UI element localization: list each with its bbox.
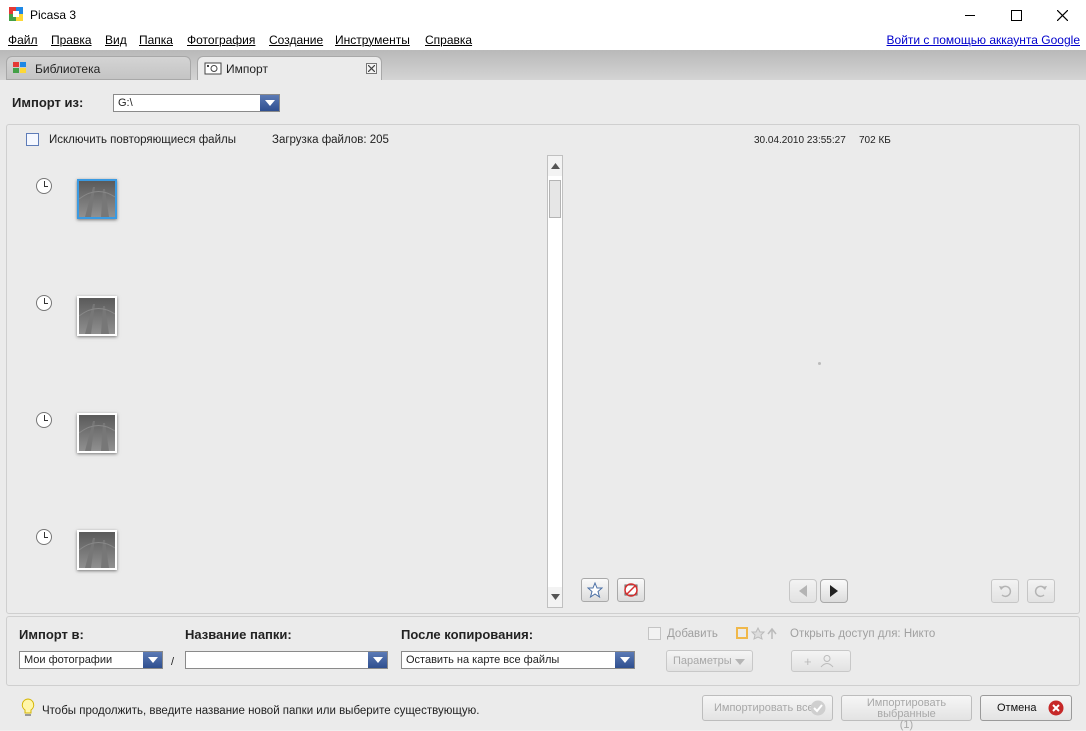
person-icon [820, 654, 834, 671]
thumbnail-scrollbar[interactable] [547, 155, 563, 608]
clock-icon [36, 529, 52, 545]
menu-tools[interactable]: Инструменты [335, 33, 410, 47]
arrow-left-icon [799, 585, 807, 597]
picasa-logo-icon [9, 7, 23, 21]
tab-import[interactable]: Импорт [197, 56, 382, 80]
import-to-label: Импорт в: [19, 627, 84, 642]
close-icon [1056, 9, 1068, 21]
menu-edit[interactable]: Правка [51, 33, 92, 47]
chevron-down-icon [550, 594, 560, 600]
minimize-button[interactable] [947, 0, 993, 30]
import-selected-label: Импортировать выбранные [866, 697, 947, 720]
cancel-button[interactable]: Отмена [980, 695, 1072, 721]
arrow-right-icon [830, 585, 838, 597]
next-photo-button[interactable] [820, 579, 848, 603]
import-selected-count: (1) [899, 719, 914, 731]
after-copy-value: Оставить на карте все файлы [406, 654, 560, 666]
close-icon [368, 65, 375, 72]
add-label: Добавить [667, 628, 718, 640]
import-to-select[interactable]: Мои фотографии [19, 651, 163, 669]
chevron-down-icon [143, 652, 162, 668]
photo-thumbnail[interactable] [77, 530, 117, 570]
clock-icon [36, 412, 52, 428]
photo-thumbnail[interactable] [77, 179, 117, 219]
import-to-value: Мои фотографии [24, 654, 113, 666]
rotate-left-icon [999, 585, 1012, 598]
preview-datetime: 30.04.2010 23:55:27 [754, 135, 846, 146]
maximize-button[interactable] [993, 0, 1039, 30]
rotate-right-button[interactable] [1027, 579, 1055, 603]
exclude-duplicates-checkbox[interactable] [26, 133, 39, 146]
close-window-button[interactable] [1039, 0, 1085, 30]
add-people-button[interactable]: + [791, 650, 851, 672]
exclude-photo-button[interactable] [617, 578, 645, 602]
tab-import-label: Импорт [226, 62, 268, 76]
menu-file[interactable]: Файл [8, 33, 38, 47]
close-tab-button[interactable] [366, 63, 377, 74]
share-icons [736, 626, 780, 644]
lightbulb-icon [21, 698, 35, 721]
folder-name-label: Название папки: [185, 627, 292, 642]
add-checkbox[interactable] [648, 627, 661, 640]
photo-thumbnail[interactable] [77, 296, 117, 336]
rotate-left-button[interactable] [991, 579, 1019, 603]
import-all-button[interactable]: Импортировать все [702, 695, 833, 721]
menu-view[interactable]: Вид [105, 33, 127, 47]
parameters-label: Параметры [673, 655, 732, 667]
menu-help[interactable]: Справка [425, 33, 472, 47]
checkmark-icon [810, 700, 826, 719]
star-icon [587, 582, 603, 598]
after-copy-select[interactable]: Оставить на карте все файлы [401, 651, 635, 669]
tab-library-label: Библиотека [35, 62, 101, 76]
tab-library[interactable]: Библиотека [6, 56, 191, 80]
no-photo-icon [624, 583, 638, 597]
rotate-right-icon [1034, 585, 1047, 598]
exclude-duplicates-label: Исключить повторяющиеся файлы [49, 134, 236, 146]
import-from-select[interactable]: G:\ [113, 94, 280, 112]
preview-image [818, 362, 821, 365]
plus-icon: + [804, 654, 812, 669]
after-copy-label: После копирования: [401, 627, 534, 642]
hint-text: Чтобы продолжить, введите название новой… [42, 705, 480, 717]
google-signin-link[interactable]: Войти с помощью аккаунта Google [887, 33, 1080, 47]
chevron-down-icon [615, 652, 634, 668]
previous-photo-button[interactable] [789, 579, 817, 603]
scrollbar-thumb[interactable] [549, 180, 561, 218]
loading-files-status: Загрузка файлов: 205 [272, 134, 389, 146]
title-bar [0, 0, 1086, 30]
star-button[interactable] [581, 578, 609, 602]
import-all-label: Импортировать все [714, 702, 814, 714]
clock-icon [36, 295, 52, 311]
photo-thumbnail[interactable] [77, 413, 117, 453]
menu-folder[interactable]: Папка [139, 33, 173, 47]
library-icon [13, 62, 27, 77]
cancel-icon [1048, 700, 1064, 719]
chevron-down-icon [368, 652, 387, 668]
parameters-button[interactable]: Параметры [666, 650, 753, 672]
chevron-down-icon [735, 659, 745, 665]
preview-filesize: 702 КБ [859, 135, 891, 146]
menu-create[interactable]: Создание [269, 33, 323, 47]
scroll-up-button[interactable] [548, 156, 562, 176]
scroll-down-button[interactable] [548, 587, 562, 607]
import-from-label: Импорт из: [12, 95, 84, 110]
menu-bar: Файл Правка Вид Папка Фотография Создани… [0, 30, 1086, 50]
share-label: Открыть доступ для: Никто [790, 628, 936, 640]
folder-name-input[interactable] [185, 651, 388, 669]
import-from-value: G:\ [118, 97, 133, 109]
chevron-up-icon [550, 163, 560, 169]
clock-icon [36, 178, 52, 194]
chevron-down-icon [260, 95, 279, 111]
menu-photo[interactable]: Фотография [187, 33, 255, 47]
path-separator: / [171, 656, 175, 668]
import-camera-icon [204, 61, 222, 78]
window-title: Picasa 3 [30, 8, 77, 22]
import-selected-button[interactable]: Импортировать выбранные (1) [841, 695, 972, 731]
cancel-label: Отмена [997, 702, 1037, 714]
